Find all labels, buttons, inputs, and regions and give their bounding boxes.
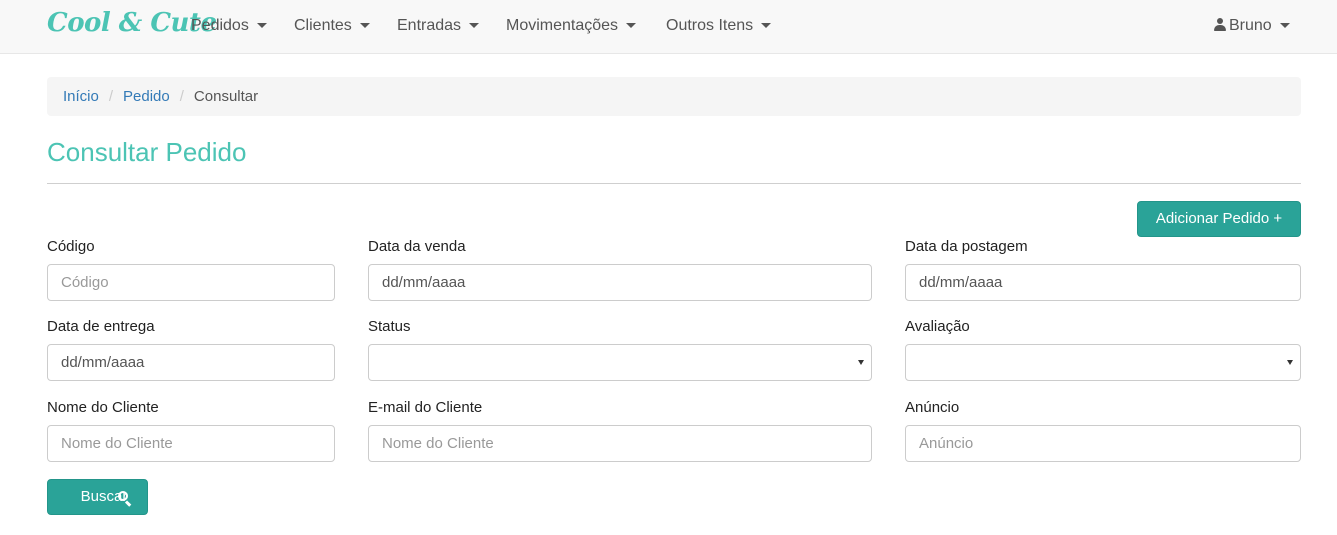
avaliacao-select[interactable]	[905, 344, 1301, 381]
caret-down-icon	[256, 23, 267, 29]
breadcrumb-current: Consultar	[193, 88, 259, 105]
page-title: Consultar Pedido	[47, 137, 247, 167]
search-button[interactable]: Buscar	[47, 479, 148, 515]
nav-item-movimentacoes[interactable]: Movimentações	[506, 0, 637, 54]
data-venda-input[interactable]: dd/mm/aaaa	[368, 264, 872, 301]
status-select[interactable]	[368, 344, 872, 381]
caret-down-icon	[469, 23, 480, 29]
anuncio-label: Anúncio	[905, 399, 960, 416]
caret-down-icon	[359, 23, 370, 29]
nav-item-clientes[interactable]: Clientes	[294, 0, 370, 54]
nav-item-label: Pedidos	[191, 17, 249, 34]
data-postagem-label: Data da postagem	[905, 238, 1028, 255]
search-icon	[118, 491, 132, 507]
anuncio-input[interactable]	[905, 425, 1301, 462]
breadcrumb-separator: /	[108, 88, 114, 105]
codigo-input[interactable]	[47, 264, 335, 301]
caret-down-icon	[761, 23, 772, 29]
user-menu[interactable]: Bruno	[1214, 0, 1290, 54]
avaliacao-label: Avaliação	[905, 318, 970, 335]
breadcrumb-link-pedido[interactable]: Pedido	[123, 88, 170, 105]
breadcrumb-separator: /	[179, 88, 184, 105]
codigo-label: Código	[47, 238, 95, 255]
nav-item-outros-itens[interactable]: Outros Itens	[666, 0, 772, 54]
status-label: Status	[368, 318, 411, 335]
data-venda-label: Data da venda	[368, 238, 466, 255]
breadcrumb-link-inicio[interactable]: Início	[63, 88, 99, 105]
nome-cliente-input[interactable]	[47, 425, 335, 462]
nav-item-label: Entradas	[397, 17, 462, 34]
nav-item-label: Movimentações	[506, 17, 619, 34]
nav-item-label: Clientes	[294, 17, 352, 34]
caret-down-icon	[1279, 23, 1290, 29]
breadcrumb: Início / Pedido / Consultar	[47, 77, 1301, 116]
nav-item-entradas[interactable]: Entradas	[397, 0, 480, 54]
select-arrow-icon	[1287, 360, 1293, 365]
data-entrega-label: Data de entrega	[47, 318, 155, 335]
email-cliente-label: E-mail do Cliente	[368, 399, 483, 416]
nav-item-label: Outros Itens	[666, 17, 754, 34]
title-divider	[47, 183, 1301, 184]
data-entrega-input[interactable]: dd/mm/aaaa	[47, 344, 335, 381]
nav-item-pedidos[interactable]: Pedidos	[191, 0, 267, 54]
caret-down-icon	[626, 23, 637, 29]
add-pedido-button[interactable]: Adicionar Pedido +	[1137, 201, 1301, 237]
email-cliente-input[interactable]	[368, 425, 872, 462]
select-arrow-icon	[858, 360, 864, 365]
nome-cliente-label: Nome do Cliente	[47, 399, 159, 416]
user-icon	[1214, 18, 1226, 31]
navbar: Cool & Cute Pedidos Clientes Entradas Mo…	[0, 0, 1337, 54]
user-name: Bruno	[1229, 17, 1272, 34]
data-postagem-input[interactable]: dd/mm/aaaa	[905, 264, 1301, 301]
